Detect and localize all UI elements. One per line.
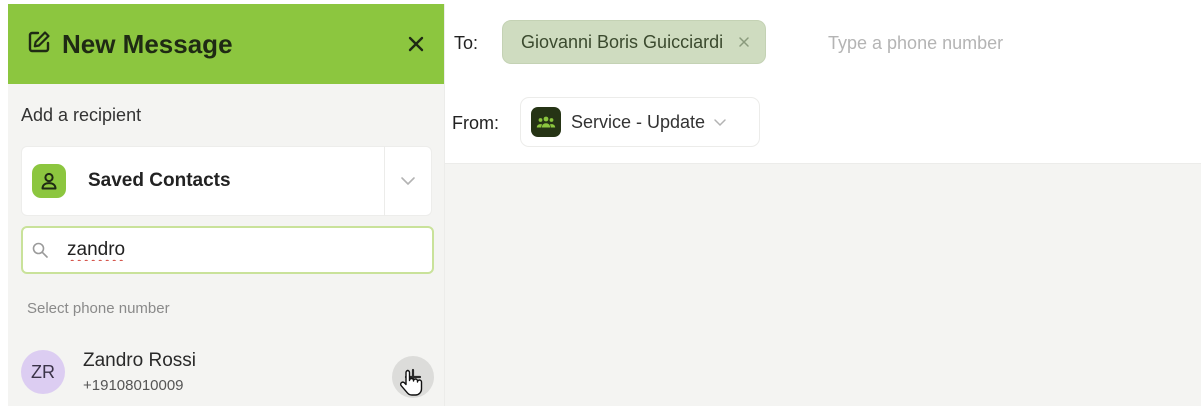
panel-title: New Message (62, 28, 233, 59)
search-icon (31, 241, 49, 259)
list-item[interactable]: ZR Zandro Rossi +19108010009 (8, 340, 445, 406)
contact-search-box (21, 226, 434, 274)
avatar: ZR (21, 350, 65, 394)
chevron-down-icon[interactable] (385, 146, 431, 216)
sender-label: Service - Update (571, 111, 706, 132)
new-message-panel: New Message Add a recipient Saved Contac… (8, 4, 445, 406)
saved-contacts-label: Saved Contacts (88, 170, 231, 191)
person-icon (32, 164, 66, 198)
phone-number-input[interactable] (828, 28, 1128, 58)
compose-icon (26, 29, 52, 55)
chevron-down-icon (713, 115, 727, 129)
select-phone-number-label: Select phone number (27, 300, 170, 317)
close-icon (408, 36, 424, 52)
contact-name: Zandro Rossi (83, 350, 196, 371)
search-input[interactable] (67, 239, 397, 261)
from-label: From: (452, 113, 499, 133)
sender-selector[interactable]: Service - Update (520, 97, 760, 147)
recipient-chip: Giovanni Boris Guicciardi (502, 20, 767, 64)
saved-contacts-selector[interactable]: Saved Contacts (21, 146, 432, 216)
cursor-icon (400, 369, 423, 396)
panel-header: New Message (8, 4, 444, 84)
recipient-name: Giovanni Boris Guicciardi (521, 31, 724, 52)
add-recipient-label: Add a recipient (21, 105, 142, 125)
close-button[interactable] (402, 30, 430, 58)
remove-icon (739, 37, 749, 47)
app-window: New Message Add a recipient Saved Contac… (0, 0, 1201, 406)
to-label: To: (454, 33, 479, 53)
contact-phone-number: +19108010009 (83, 377, 184, 394)
group-icon (531, 107, 561, 137)
conversation-area (445, 164, 1201, 406)
remove-recipient-button[interactable] (737, 35, 751, 49)
